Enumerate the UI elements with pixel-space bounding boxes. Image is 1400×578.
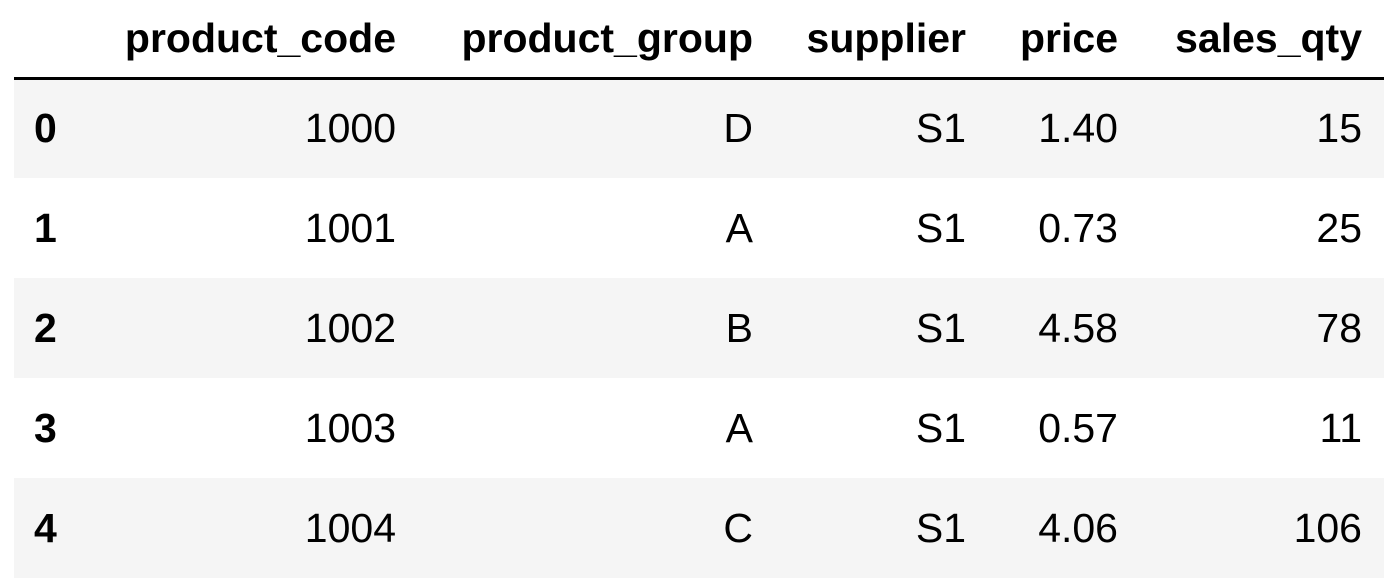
cell-product-code: 1003	[304, 404, 396, 451]
header-product-group: product_group	[418, 0, 775, 80]
cell-price: 0.57	[1038, 404, 1118, 451]
header-supplier: supplier	[775, 0, 988, 80]
cell-product-group: A	[725, 404, 753, 451]
cell-price: 1.40	[1038, 105, 1118, 152]
cell-sales-qty: 25	[1316, 204, 1362, 251]
row-index: 2	[34, 304, 57, 351]
cell-price: 4.58	[1038, 304, 1118, 351]
header-row: product_code product_group supplier pric…	[14, 0, 1384, 80]
table-header: product_code product_group supplier pric…	[14, 0, 1384, 80]
cell-supplier: S1	[915, 304, 966, 351]
cell-sales-qty: 106	[1293, 504, 1362, 551]
table-row: 3 1003 A S1 0.57 11	[14, 378, 1384, 478]
cell-product-group: C	[723, 504, 753, 551]
header-sales-qty: sales_qty	[1140, 0, 1384, 80]
table-row: 1 1001 A S1 0.73 25	[14, 178, 1384, 278]
row-index: 0	[34, 105, 57, 152]
table-row: 2 1002 B S1 4.58 78	[14, 278, 1384, 378]
cell-supplier: S1	[915, 504, 966, 551]
header-price: price	[988, 0, 1140, 80]
cell-product-group: A	[725, 204, 753, 251]
cell-sales-qty: 15	[1316, 105, 1362, 152]
cell-supplier: S1	[915, 204, 966, 251]
header-index	[14, 0, 106, 80]
cell-supplier: S1	[915, 404, 966, 451]
cell-price: 4.06	[1038, 504, 1118, 551]
cell-product-code: 1002	[304, 304, 396, 351]
cell-sales-qty: 78	[1316, 304, 1362, 351]
table-row: 4 1004 C S1 4.06 106	[14, 478, 1384, 578]
cell-product-code: 1004	[304, 504, 396, 551]
cell-product-group: D	[723, 105, 753, 152]
header-product-code: product_code	[106, 0, 418, 80]
cell-price: 0.73	[1038, 204, 1118, 251]
table-row: 0 1000 D S1 1.40 15	[14, 78, 1384, 178]
cell-product-code: 1000	[304, 105, 396, 152]
cell-supplier: S1	[915, 105, 966, 152]
cell-sales-qty: 11	[1319, 404, 1362, 451]
table-body: 0 1000 D S1 1.40 15 1 1001 A S1 0.73 25 …	[14, 78, 1384, 578]
cell-product-group: B	[725, 304, 753, 351]
row-index: 1	[34, 204, 57, 251]
row-index: 4	[34, 504, 57, 551]
cell-product-code: 1001	[304, 204, 396, 251]
row-index: 3	[34, 404, 57, 451]
dataframe-table-container: product_code product_group supplier pric…	[14, 0, 1384, 578]
dataframe-table: product_code product_group supplier pric…	[14, 0, 1384, 578]
